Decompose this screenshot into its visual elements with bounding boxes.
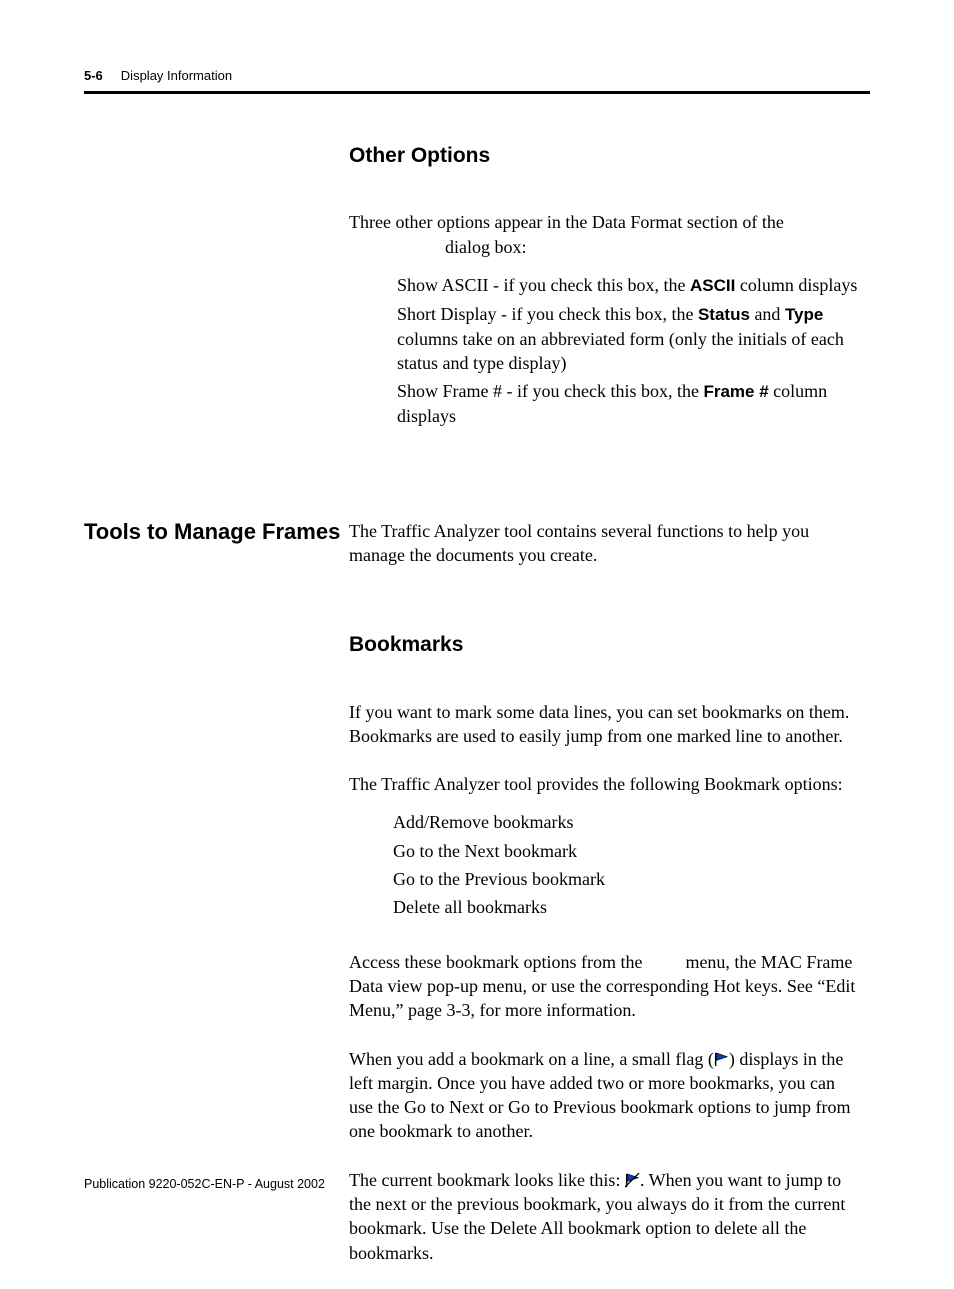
bookmark-option-next: Go to the Next bookmark <box>393 839 870 863</box>
flag-slashed-icon <box>625 1170 640 1184</box>
text-line: columns take on an abbreviated form (onl… <box>397 329 844 349</box>
option-show-frame-num: Show Frame # - if you check this box, th… <box>397 379 870 428</box>
text-line: displays <box>397 406 456 426</box>
bookmarks-p4: When you add a bookmark on a line, a sma… <box>349 1047 870 1144</box>
text-line: bookmarks. <box>349 1243 434 1263</box>
bookmark-option-previous: Go to the Previous bookmark <box>393 867 870 891</box>
text-line: status and type display) <box>397 353 566 373</box>
text-line: one bookmark to another. <box>349 1121 533 1141</box>
tools-intro: The Traffic Analyzer tool contains sever… <box>349 519 870 568</box>
text-run: Access these bookmark options from the <box>349 952 647 972</box>
text-line: Three other options appear in the Data F… <box>349 212 784 232</box>
option-short-display: Short Display - if you check this box, t… <box>397 302 870 376</box>
page-number: 5-6 <box>84 68 103 83</box>
subheading-other-options: Other Options <box>349 142 870 170</box>
text-line: Menu,” page 3-3, for more information. <box>349 1000 636 1020</box>
text-run: column displays <box>735 275 857 295</box>
bookmarks-p2: The Traffic Analyzer tool provides the f… <box>349 772 870 796</box>
text-run: Show Frame # - if you check this box, th… <box>397 381 703 401</box>
text-line: dialog box: <box>349 237 527 257</box>
text-run: When you add a bookmark on a line, a sma… <box>349 1049 714 1069</box>
text-run: and <box>750 304 785 324</box>
bookmark-option-delete-all: Delete all bookmarks <box>393 895 870 919</box>
bold-type: Type <box>785 305 823 324</box>
text-line: Data view pop-up menu, or use the corres… <box>349 976 855 996</box>
bookmark-options-list: Add/Remove bookmarks Go to the Next book… <box>393 810 870 919</box>
text-line: The Traffic Analyzer tool contains sever… <box>349 521 809 541</box>
text-line: the next or the previous bookmark, you a… <box>349 1194 845 1214</box>
text-line: manage the documents you create. <box>349 545 597 565</box>
text-run: menu, the MAC Frame <box>681 952 852 972</box>
text-line: Bookmarks are used to easily jump from o… <box>349 726 843 746</box>
bookmarks-p1: If you want to mark some data lines, you… <box>349 700 870 749</box>
bold-frame-num: Frame # <box>703 382 768 401</box>
text-line: bookmark. Use the Delete All bookmark op… <box>349 1218 806 1238</box>
bold-status: Status <box>698 305 750 324</box>
flag-icon <box>714 1049 729 1063</box>
text-run: ) displays in the <box>729 1049 844 1069</box>
bookmarks-p3: Access these bookmark options from the m… <box>349 950 870 1023</box>
text-run: . When you want to jump to <box>640 1170 841 1190</box>
text-line: use the Go to Next or Go to Previous boo… <box>349 1097 850 1117</box>
other-options-items: Show ASCII - if you check this box, the … <box>397 273 870 429</box>
text-run: The current bookmark looks like this: <box>349 1170 625 1190</box>
header-section-title: Display Information <box>121 68 232 83</box>
publication-footer: Publication 9220-052C-EN-P - August 2002 <box>84 1177 325 1191</box>
side-heading-tools-manage-frames: Tools to Manage Frames <box>84 519 349 545</box>
text-run: Show ASCII - if you check this box, the <box>397 275 690 295</box>
text-line: left margin. Once you have added two or … <box>349 1073 835 1093</box>
bookmarks-p5: The current bookmark looks like this: . … <box>349 1168 870 1265</box>
text-run: column <box>769 381 828 401</box>
text-line: If you want to mark some data lines, you… <box>349 702 849 722</box>
page-header: 5-6 Display Information <box>84 68 870 94</box>
option-show-ascii: Show ASCII - if you check this box, the … <box>397 273 870 298</box>
bold-ascii: ASCII <box>690 276 735 295</box>
bookmark-option-add-remove: Add/Remove bookmarks <box>393 810 870 834</box>
other-options-intro: Three other options appear in the Data F… <box>349 210 870 259</box>
subheading-bookmarks: Bookmarks <box>349 631 870 659</box>
text-run: Short Display - if you check this box, t… <box>397 304 698 324</box>
